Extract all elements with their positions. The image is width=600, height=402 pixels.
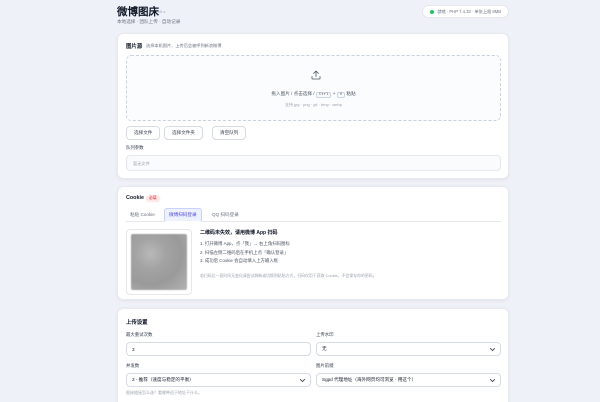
qr-code-image	[131, 234, 187, 290]
drop-zone[interactable]: 拖入图片 / 点击选择 / Ctrl + V 粘贴 支持 jpg · png ·…	[126, 55, 501, 121]
app-header: 微博图床 v0.x 本地选择 · 团队上传 · 自动记录 就绪 · PHP 7.…	[117, 4, 509, 30]
queue-list: 暂无文件	[126, 155, 501, 171]
qr-code	[126, 229, 192, 295]
concurrency-label: 并发数	[126, 363, 140, 368]
queue-empty-text: 暂无文件	[133, 161, 150, 166]
qr-steps: 1. 打开微博 App，点「我」→ 右上角扫码图标 2. 扫描左侧二维码后在手机…	[200, 240, 290, 266]
queue-label: 队列参数	[126, 145, 144, 150]
chevron-down-icon	[489, 348, 496, 351]
supported-formats: 支持 jpg · png · gif · bmp · webp	[285, 102, 342, 107]
image-prefix-select[interactable]: Sgpd 代理地址（海外网页均可浏览 · 用这个）	[316, 373, 501, 387]
kbd-v: V	[336, 92, 346, 98]
qr-step: 2. 扫描左侧二维码后在手机上点「确认登录」	[200, 249, 289, 255]
qr-step: 3. 成功后 Cookie 会自动填入上方输入框	[200, 258, 279, 263]
tab-qq-qr[interactable]: QQ 扫码登录	[208, 208, 243, 222]
uploader-hint: 选择本机图片、上传后会被呼到新浪微博	[146, 42, 222, 48]
app-subtitle: 本地选择 · 团队上传 · 自动记录	[117, 19, 181, 24]
cookie-card: Cookie 必填 粘贴 Cookie 微博扫码登录 QQ 扫码登录 二维码未失…	[117, 186, 509, 300]
kbd-ctrl: Ctrl	[315, 92, 332, 98]
qr-step: 1. 打开微博 App，点「我」→ 右上角扫码图标	[200, 241, 290, 246]
upload-icon	[311, 70, 321, 80]
link-help-text[interactable]: 图床链接怎么选？看哪种适于地址干什么。	[126, 390, 202, 396]
max-retries-input[interactable]: 3	[126, 342, 311, 356]
clear-queue-button[interactable]: 清空队列	[212, 126, 247, 140]
watermark-label: 上传水印	[316, 332, 334, 337]
uploader-title: 图片源	[126, 44, 143, 50]
drop-instructions: 拖入图片 / 点击选择 / Ctrl + V 粘贴	[271, 91, 356, 98]
upload-settings-title: 上传设置	[126, 320, 148, 326]
image-prefix-label: 图片前缀	[316, 363, 334, 368]
app-title: 微博图床	[117, 6, 159, 18]
chevron-down-icon	[299, 379, 306, 382]
tab-weibo-qr[interactable]: 微博扫码登录	[164, 208, 202, 222]
concurrency-select[interactable]: 3 - 推荐（速度与稳定的平衡）	[126, 373, 311, 387]
choose-folder-button[interactable]: 选择文件夹	[164, 126, 203, 140]
watermark-select[interactable]: 无	[316, 342, 501, 356]
cookie-title: Cookie	[126, 195, 144, 201]
max-retries-label: 最大重试次数	[126, 332, 153, 337]
qr-status-title: 二维码未失效，请用微博 App 扫码	[200, 230, 278, 236]
status-dot-icon	[430, 9, 435, 14]
upload-settings-card: 上传设置 最大重试次数 3 上传水印 无 并发数 3 - 推荐（速度与稳定的平衡…	[117, 308, 509, 402]
cookie-tabs: 粘贴 Cookie 微博扫码登录 QQ 扫码登录	[126, 208, 501, 222]
version-label: v0.x	[158, 9, 166, 14]
required-badge: 必填	[146, 195, 160, 202]
qr-note: 若扫码后一段时间无变化请尝试刷新或切换到粘贴方式，扫码仅用于获取 Cookie，…	[200, 273, 377, 278]
status-text: 就绪 · PHP 7.4.33 · 单张上限 8MB	[437, 8, 501, 14]
status-badge: 就绪 · PHP 7.4.33 · 单张上限 8MB	[422, 5, 509, 18]
tab-paste-cookie[interactable]: 粘贴 Cookie	[126, 208, 159, 222]
uploader-card: 图片源 选择本机图片、上传后会被呼到新浪微博 拖入图片 / 点击选择 / Ctr…	[117, 33, 509, 179]
chevron-down-icon	[489, 379, 496, 382]
choose-file-button[interactable]: 选择文件	[126, 126, 161, 140]
